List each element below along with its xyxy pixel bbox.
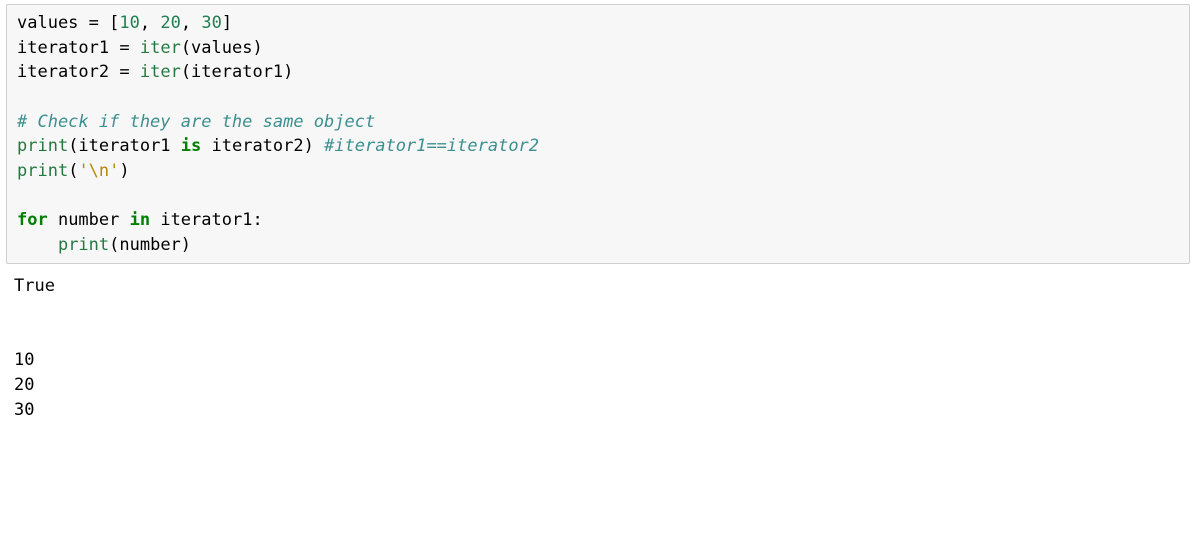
code-token xyxy=(17,235,58,255)
code-comment: #iterator1==iterator2 xyxy=(324,136,539,156)
code-token: (number) xyxy=(109,235,191,255)
code-token: , xyxy=(140,13,160,33)
code-token: [ xyxy=(99,13,119,33)
code-token: = xyxy=(119,38,129,58)
code-token: ( xyxy=(68,161,78,181)
code-token: 20 xyxy=(160,13,180,33)
code-token: print xyxy=(58,235,109,255)
code-token: = xyxy=(89,13,99,33)
code-token: iterator1: xyxy=(150,210,263,230)
code-token: 10 xyxy=(119,13,139,33)
code-output-cell: True 10 20 30 xyxy=(0,270,1196,432)
code-token: (iterator1) xyxy=(181,62,294,82)
code-token: iterator1 xyxy=(17,38,119,58)
code-input-cell: values = [10, 20, 30] iterator1 = iter(v… xyxy=(6,4,1190,264)
code-token: (values) xyxy=(181,38,263,58)
code-token: iterator2 xyxy=(17,62,119,82)
code-token: print xyxy=(17,161,68,181)
code-token: values xyxy=(17,13,89,33)
code-token: ] xyxy=(222,13,232,33)
code-token: ) xyxy=(119,161,129,181)
code-keyword: is xyxy=(181,136,201,156)
code-string: '\n' xyxy=(78,161,119,181)
code-token: , xyxy=(181,13,201,33)
code-token: iter xyxy=(140,62,181,82)
code-token: iter xyxy=(140,38,181,58)
code-token: (iterator1 xyxy=(68,136,181,156)
code-token xyxy=(130,62,140,82)
output-line: 20 xyxy=(14,375,34,395)
code-token: 30 xyxy=(201,13,221,33)
output-line: 10 xyxy=(14,350,34,370)
code-keyword: in xyxy=(130,210,150,230)
code-token: number xyxy=(48,210,130,230)
code-token: print xyxy=(17,136,68,156)
code-keyword: for xyxy=(17,210,48,230)
code-comment: # Check if they are the same object xyxy=(17,112,375,132)
code-token xyxy=(130,38,140,58)
code-token: = xyxy=(119,62,129,82)
output-line: True xyxy=(14,276,55,296)
code-token: iterator2) xyxy=(201,136,324,156)
output-line: 30 xyxy=(14,400,34,420)
